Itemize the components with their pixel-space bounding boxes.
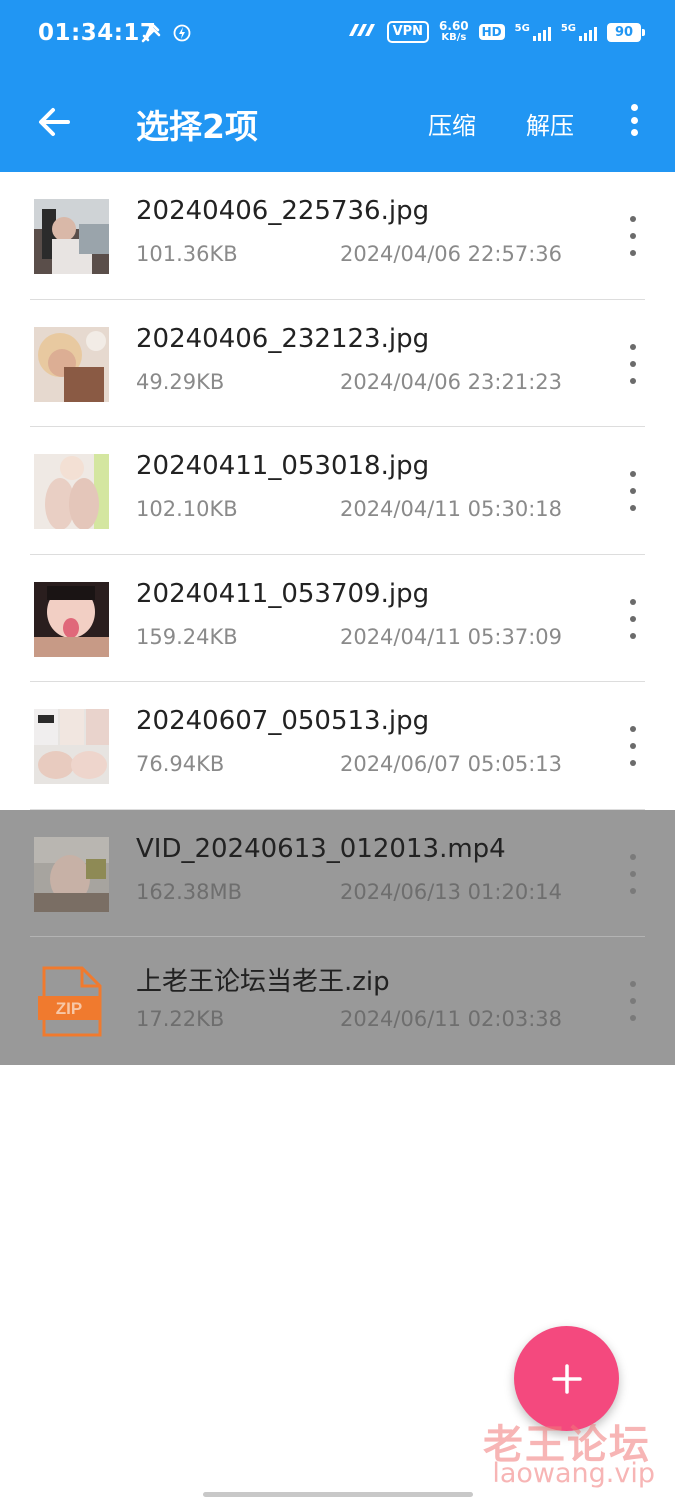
image-thumbnail bbox=[34, 326, 109, 402]
file-size: 159.24KB bbox=[136, 624, 238, 649]
row-menu-button[interactable] bbox=[622, 216, 644, 256]
image-thumbnail bbox=[34, 454, 109, 529]
file-name: 20240411_053018.jpg bbox=[136, 451, 430, 481]
more-vertical-icon bbox=[630, 726, 636, 732]
file-date: 2024/06/11 02:03:38 bbox=[339, 1007, 562, 1031]
compress-button[interactable]: 压缩 bbox=[428, 106, 476, 141]
more-options-button[interactable] bbox=[620, 100, 648, 140]
zip-label: ZIP bbox=[56, 999, 82, 1018]
image-thumbnail bbox=[34, 581, 109, 657]
status-left-icons bbox=[140, 22, 192, 48]
row-menu-button[interactable] bbox=[622, 598, 644, 639]
cell-signal-1: 5G bbox=[515, 23, 551, 41]
image-thumbnail bbox=[34, 199, 109, 274]
more-vertical-icon bbox=[630, 343, 636, 350]
charging-icon bbox=[172, 23, 192, 47]
file-date: 2024/04/11 05:37:09 bbox=[339, 624, 562, 649]
home-indicator[interactable] bbox=[203, 1492, 473, 1497]
file-row-selected[interactable]: ZIP 上老王论坛当老王.zip 17.22KB 2024/06/11 02:0… bbox=[0, 937, 675, 1065]
file-date: 2024/04/06 22:57:36 bbox=[339, 242, 562, 266]
file-date: 2024/04/06 23:21:23 bbox=[339, 369, 562, 394]
file-list: 20240406_225736.jpg 101.36KB 2024/04/06 … bbox=[0, 172, 675, 1065]
more-vertical-icon bbox=[630, 471, 636, 477]
plus-icon bbox=[551, 1363, 582, 1394]
network-type-1: 5G bbox=[514, 23, 530, 34]
row-menu-button[interactable] bbox=[622, 981, 644, 1021]
network-speed: 6.60 KB/s bbox=[439, 20, 469, 44]
speed-value: 6.60 bbox=[439, 19, 469, 33]
more-vertical-icon bbox=[630, 981, 636, 987]
tools-icon bbox=[140, 22, 162, 48]
header: 01:34:17 VPN 6.60 KB/s HD 5G 5G 90 选择2项 … bbox=[0, 0, 675, 172]
back-button[interactable] bbox=[30, 98, 78, 146]
vpn-badge: VPN bbox=[386, 21, 430, 43]
row-menu-button[interactable] bbox=[622, 343, 644, 384]
file-size: 101.36KB bbox=[136, 242, 238, 266]
more-vertical-icon bbox=[630, 104, 638, 111]
more-vertical-icon bbox=[630, 853, 636, 860]
file-row[interactable]: 20240411_053709.jpg 159.24KB 2024/04/11 … bbox=[0, 555, 675, 682]
file-date: 2024/06/07 05:05:13 bbox=[339, 752, 562, 776]
more-vertical-icon bbox=[630, 216, 636, 222]
network-type-2: 5G bbox=[560, 23, 576, 34]
arrow-left-icon bbox=[39, 108, 70, 136]
file-name: 上老王论坛当老王.zip bbox=[136, 967, 390, 997]
file-date: 2024/06/13 01:20:14 bbox=[339, 879, 562, 904]
file-size: 76.94KB bbox=[136, 752, 225, 776]
zip-file-icon: ZIP bbox=[34, 964, 109, 1039]
file-size: 17.22KB bbox=[136, 1007, 225, 1031]
file-size: 49.29KB bbox=[136, 369, 225, 394]
app-bar: 选择2项 压缩 解压 bbox=[0, 72, 675, 172]
file-name: 20240607_050513.jpg bbox=[136, 706, 430, 736]
file-date: 2024/04/11 05:30:18 bbox=[339, 497, 562, 521]
page-title: 选择2项 bbox=[136, 107, 258, 146]
file-name: 20240411_053709.jpg bbox=[136, 578, 430, 609]
speed-unit: KB/s bbox=[441, 32, 467, 43]
battery-icon: 90 bbox=[607, 22, 645, 42]
file-size: 102.10KB bbox=[136, 497, 238, 521]
status-right: VPN 6.60 KB/s HD 5G 5G 90 bbox=[347, 20, 645, 44]
status-bar: 01:34:17 VPN 6.60 KB/s HD 5G 5G 90 bbox=[0, 0, 675, 72]
cell-signal-2: 5G bbox=[561, 23, 597, 41]
file-name: 20240406_225736.jpg bbox=[136, 196, 430, 226]
file-row-selected[interactable]: VID_20240613_012013.mp4 162.38MB 2024/06… bbox=[0, 809, 675, 937]
file-name: VID_20240613_012013.mp4 bbox=[136, 833, 506, 864]
extract-button[interactable]: 解压 bbox=[526, 106, 574, 141]
signal-icon bbox=[347, 22, 377, 42]
file-name: 20240406_232123.jpg bbox=[136, 323, 430, 354]
row-menu-button[interactable] bbox=[622, 471, 644, 511]
file-row[interactable]: 20240406_232123.jpg 49.29KB 2024/04/06 2… bbox=[0, 300, 675, 427]
watermark-url: laowang.vip bbox=[492, 1458, 655, 1489]
status-time: 01:34:17 bbox=[38, 20, 157, 46]
file-row[interactable]: 20240411_053018.jpg 102.10KB 2024/04/11 … bbox=[0, 427, 675, 555]
row-menu-button[interactable] bbox=[622, 853, 644, 894]
hd-badge: HD bbox=[478, 24, 505, 40]
file-size: 162.38MB bbox=[136, 879, 243, 904]
video-thumbnail bbox=[34, 836, 109, 912]
image-thumbnail bbox=[34, 709, 109, 784]
row-menu-button[interactable] bbox=[622, 726, 644, 766]
file-row[interactable]: 20240406_225736.jpg 101.36KB 2024/04/06 … bbox=[0, 172, 675, 300]
more-vertical-icon bbox=[630, 598, 636, 605]
file-row[interactable]: 20240607_050513.jpg 76.94KB 2024/06/07 0… bbox=[0, 682, 675, 810]
